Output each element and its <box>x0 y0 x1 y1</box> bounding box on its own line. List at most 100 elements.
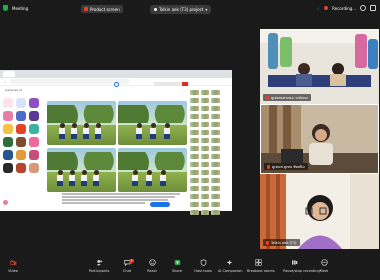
chevron-down-icon: ▾ <box>205 7 208 12</box>
meeting-toolbar: Video Participants 1 Chat React Share Ho… <box>0 257 380 280</box>
style-swatch[interactable] <box>16 137 26 147</box>
style-swatch[interactable] <box>29 150 39 160</box>
history-row[interactable] <box>190 210 221 215</box>
style-swatch[interactable] <box>16 163 26 173</box>
style-swatch[interactable] <box>3 137 13 147</box>
shield-icon <box>200 259 206 266</box>
more-button[interactable]: More <box>313 259 335 273</box>
participant-name: คูเทนฟ คูเทน ซัทสนิม <box>272 164 305 169</box>
style-swatch[interactable] <box>29 163 39 173</box>
header-progress <box>154 82 190 86</box>
history-row[interactable] <box>190 114 221 119</box>
screen-share-pill[interactable]: Product screen <box>81 5 123 13</box>
host-tools-button[interactable]: Host tools <box>192 259 214 273</box>
mic-muted-icon <box>267 164 270 169</box>
style-swatch[interactable] <box>29 137 39 147</box>
history-row[interactable] <box>190 202 221 207</box>
top-right-controls: ✓ Recording... <box>317 5 376 11</box>
style-swatch[interactable] <box>3 111 13 121</box>
generated-image[interactable] <box>118 148 187 192</box>
style-swatch-grid <box>3 98 41 173</box>
participant-name-label: คูเทนฟ คูเทน ซัทสนิม <box>264 163 308 170</box>
style-swatch[interactable] <box>3 98 13 108</box>
style-swatch[interactable] <box>3 124 13 134</box>
history-row[interactable] <box>190 170 221 175</box>
history-row[interactable] <box>190 178 221 183</box>
style-swatch[interactable] <box>3 150 13 160</box>
participant-name-label: Talkin aek (T3) <box>263 239 300 246</box>
participants-button[interactable]: Participants <box>88 259 110 273</box>
history-row[interactable] <box>190 106 221 111</box>
refresh-icon[interactable] <box>114 82 119 87</box>
style-swatch[interactable] <box>16 150 26 160</box>
chat-button[interactable]: 1 Chat <box>116 259 138 273</box>
history-row[interactable] <box>190 130 221 135</box>
history-row[interactable] <box>190 154 221 159</box>
view-options-label: Talkin aek (T3) project <box>159 7 204 12</box>
video-button[interactable]: Video <box>2 259 24 273</box>
viewer-dot-icon <box>154 8 157 11</box>
avatar[interactable] <box>3 200 8 205</box>
style-swatch[interactable] <box>3 163 13 173</box>
participant-video <box>260 29 379 104</box>
browser-tab-bar <box>0 70 232 78</box>
history-row[interactable] <box>190 194 221 199</box>
view-toggle-icon[interactable] <box>370 5 376 11</box>
view-options-pill[interactable]: Talkin aek (T3) project ▾ <box>150 5 212 14</box>
history-row[interactable] <box>190 90 221 95</box>
style-swatch[interactable] <box>16 98 26 108</box>
participants-icon <box>96 260 102 266</box>
shield-check-icon: ✓ <box>316 5 321 11</box>
style-swatch[interactable] <box>16 124 26 134</box>
history-row[interactable] <box>190 98 221 103</box>
url-field[interactable] <box>10 79 131 84</box>
participant-video-tile[interactable]: คูเทนฟ คูเทน ซัทสนิม <box>260 104 379 174</box>
chat-badge: 1 <box>129 259 134 263</box>
browser-tab[interactable] <box>3 71 15 77</box>
generated-image-grid <box>47 101 187 193</box>
shield-icon <box>3 5 8 11</box>
record-icon <box>291 260 297 265</box>
style-swatch[interactable] <box>29 98 39 108</box>
pause-stop-recording-button[interactable]: Pause/stop recording <box>283 259 320 273</box>
meeting-label: Meeting <box>12 5 29 11</box>
avatar-row <box>3 200 8 205</box>
react-icon <box>148 259 156 266</box>
style-swatch[interactable] <box>29 124 39 134</box>
meeting-info[interactable]: Meeting <box>3 5 28 11</box>
ai-companion-button[interactable]: AI Companion <box>218 259 242 273</box>
participant-name: Talkin aek (T3) <box>271 240 297 245</box>
participant-video-tile[interactable]: Talkin aek (T3) <box>260 174 379 249</box>
react-button[interactable]: React <box>141 259 163 273</box>
share-dot-icon <box>84 7 88 11</box>
recording-dot-icon <box>324 6 329 10</box>
shared-screen[interactable]: ‹ Galleries AI <box>0 70 232 215</box>
app-brand: Galleries AI <box>5 88 23 92</box>
mic-muted-icon <box>266 240 269 245</box>
share-button[interactable]: Share <box>166 259 188 273</box>
history-row[interactable] <box>190 162 221 167</box>
history-row[interactable] <box>190 186 221 191</box>
participant-name-label: คูเทนทเทาเทเจ วกถ์เทเจ <box>263 94 311 101</box>
gear-icon[interactable] <box>360 5 366 11</box>
generated-image[interactable] <box>47 101 116 145</box>
more-icon <box>320 259 328 266</box>
participant-video-tile[interactable]: คูเทนทเทาเทเจ วกถ์เทเจ <box>260 29 379 104</box>
recording-label[interactable]: Recording... <box>332 6 356 11</box>
back-icon[interactable]: ‹ <box>5 80 6 84</box>
history-row[interactable] <box>190 146 221 151</box>
style-swatch[interactable] <box>16 111 26 121</box>
meeting-top-bar: Meeting Product screen Talkin aek (T3) p… <box>0 0 380 18</box>
generate-button[interactable] <box>150 202 170 207</box>
generated-image[interactable] <box>118 101 187 145</box>
history-row[interactable] <box>190 138 221 143</box>
generated-image[interactable] <box>47 148 116 192</box>
breakout-rooms-button[interactable]: Breakout rooms <box>247 259 275 273</box>
history-row[interactable] <box>190 122 221 127</box>
style-swatch[interactable] <box>29 111 39 121</box>
mic-muted-icon <box>266 95 269 100</box>
sparkle-icon <box>226 259 232 266</box>
share-icon <box>174 260 180 265</box>
breakout-icon <box>254 259 262 266</box>
share-pill-label: Product screen <box>90 6 120 12</box>
